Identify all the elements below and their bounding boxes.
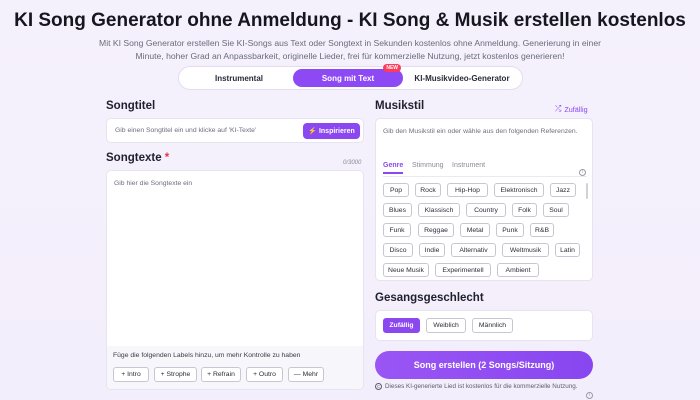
required-mark: * (164, 152, 170, 164)
tab-song-mit-text[interactable]: Song mit Text NEW (293, 64, 403, 87)
lyrics-textarea[interactable]: Gib hier die Songtexte ein (107, 171, 363, 346)
subtab-active-indicator (383, 172, 403, 174)
gender-random-button[interactable]: Zufällig (383, 318, 420, 333)
genre-chip[interactable]: Alternativ (451, 243, 496, 257)
inspire-button[interactable]: ⚡ Inspirieren (303, 123, 360, 139)
footer-info-icon[interactable]: i (586, 383, 593, 400)
gender-label: Gesangsgeschlecht (375, 292, 484, 304)
genre-chip[interactable]: Funk (383, 223, 411, 237)
genre-chip[interactable]: Experimentell (435, 263, 491, 277)
lyrics-placeholder: Gib hier die Songtexte ein (114, 180, 193, 187)
add-strophe-button[interactable]: + Strophe (154, 367, 197, 382)
genre-chip[interactable]: Blues (383, 203, 412, 217)
footer-note: c Dieses KI-generierte Lied ist kostenlo… (375, 383, 578, 390)
genre-chip[interactable]: Klassisch (418, 203, 460, 217)
tab-instrumental-label: Instrumental (214, 73, 263, 83)
genre-chip[interactable]: Soul (543, 203, 569, 217)
genre-chip[interactable]: Latin (555, 243, 580, 257)
lyrics-label-text: Songtexte (106, 152, 162, 164)
gender-male-button[interactable]: Männlich (472, 318, 513, 333)
song-title-label: Songtitel (106, 100, 156, 112)
mode-tabs: Instrumental Song mit Text NEW KI-Musikv… (178, 64, 523, 90)
page-title: KI Song Generator ohne Anmeldung - KI So… (14, 10, 686, 31)
random-style-button[interactable]: ⤮ Zufällig (555, 104, 588, 114)
genre-chip[interactable]: Metal (460, 223, 490, 237)
genre-chip[interactable]: Elektronisch (494, 183, 544, 197)
subtab-stimmung[interactable]: Stimmung (412, 162, 444, 169)
genre-chip[interactable]: Reggae (418, 223, 454, 237)
create-song-button[interactable]: Song erstellen (2 Songs/Sitzung) (375, 351, 593, 379)
genre-chip[interactable]: Punk (496, 223, 524, 237)
page-description: Mit KI Song Generator erstellen Sie KI-S… (99, 38, 601, 61)
tab-ki-musikvideo[interactable]: KI-Musikvideo-Generator (405, 69, 519, 87)
genre-chip[interactable]: Hip-Hop (447, 183, 488, 197)
add-intro-button[interactable]: + Intro (113, 367, 149, 382)
genre-chip[interactable]: Indie (419, 243, 445, 257)
song-title-placeholder: Gib einen Songtitel ein und klicke auf '… (115, 127, 257, 134)
new-badge: NEW (383, 64, 401, 72)
genre-chip[interactable]: R&B (530, 223, 554, 237)
shuffle-icon: ⤮ (555, 104, 562, 113)
copyright-icon: c (375, 383, 382, 390)
genre-chip[interactable]: Folk (512, 203, 537, 217)
lyrics-label: Songtexte * (106, 152, 169, 164)
gender-female-button[interactable]: Weiblich (426, 318, 466, 333)
lightning-icon: ⚡ (308, 128, 317, 135)
genre-chip[interactable]: Disco (383, 243, 413, 257)
tab-ki-musikvideo-label: KI-Musikvideo-Generator (414, 73, 510, 83)
random-style-label: Zufällig (564, 104, 588, 114)
song-title-field[interactable]: Gib einen Songtitel ein und klicke auf '… (106, 118, 364, 143)
add-refrain-button[interactable]: + Refrain (201, 367, 241, 382)
tab-instrumental[interactable]: Instrumental (187, 69, 291, 87)
lyrics-counter: 0/3000 (343, 160, 362, 166)
labels-hint: Füge die folgenden Labels hinzu, um mehr… (113, 352, 301, 359)
genre-scrollbar[interactable] (586, 183, 588, 199)
more-labels-button[interactable]: — Mehr (288, 367, 324, 382)
music-style-input[interactable]: Gib den Musikstil ein oder wähle aus den… (383, 128, 578, 135)
genre-chip[interactable]: Ambient (497, 263, 539, 277)
subtab-divider (383, 176, 587, 177)
genre-chip[interactable]: Pop (383, 183, 409, 197)
tab-song-mit-text-label: Song mit Text (321, 73, 375, 83)
footer-note-text: Dieses KI-generierte Lied ist kostenlos … (385, 383, 578, 390)
genre-chip[interactable]: Neue Musik (383, 263, 429, 277)
subtab-genre[interactable]: Genre (383, 162, 403, 169)
music-style-label: Musikstil (375, 100, 425, 112)
genre-chip[interactable]: Country (466, 203, 506, 217)
add-outro-button[interactable]: + Outro (246, 367, 283, 382)
genre-chip[interactable]: Rock (415, 183, 441, 197)
subtab-instrument[interactable]: Instrument (452, 162, 485, 169)
genre-chip[interactable]: Weltmusik (502, 243, 549, 257)
genre-chip[interactable]: Jazz (550, 183, 576, 197)
inspire-button-label: Inspirieren (318, 127, 355, 135)
